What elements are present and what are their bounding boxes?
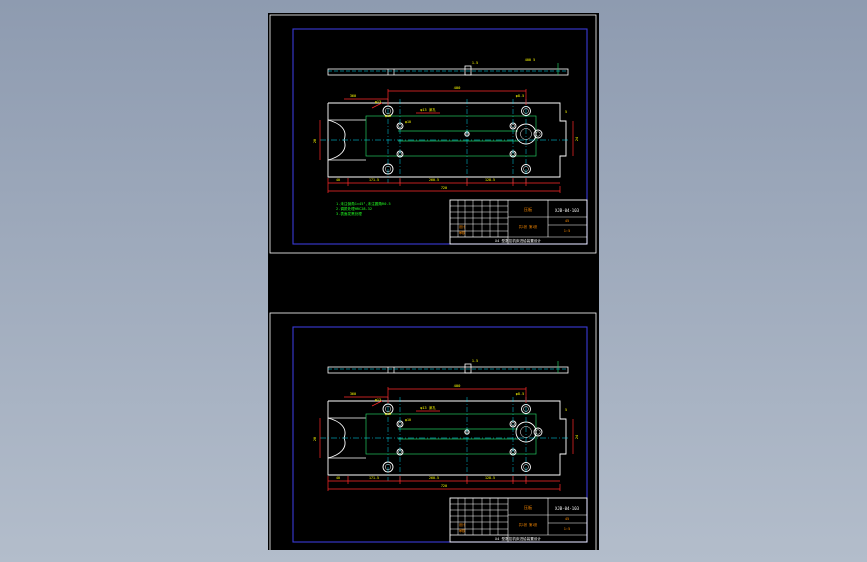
titleblock-checker: 审核 (459, 230, 466, 235)
note-line-2: 2.调质处理HRC28-32 (336, 206, 372, 211)
drawing-canvas[interactable]: 1.5 400 5 400 360 φ13 φ8.5 φ13 深孔 φ18 φ10 20 24 5 40… (268, 13, 599, 552)
inner-pocket (365, 413, 537, 455)
bore-side-inner (535, 429, 541, 435)
dim-hole-top: φ13 (375, 398, 381, 402)
note-line-1: 1.未注倒角1×45°,未注圆角R0.5 (336, 201, 391, 206)
dim-mid-hole: φ18 (385, 412, 391, 416)
dim-mid-small: φ10 (405, 120, 411, 124)
dim-bottom-c: 260.5 (429, 476, 439, 480)
title-block: XJB-04-103 压板 45 1:5 设计审核 共1张 第1张 X4 型数控机床进给装置… (449, 497, 588, 543)
titleblock-scale: 1:5 (564, 229, 571, 233)
cad-viewport[interactable]: 1.5 400 5 400 360 φ13 φ8.5 φ13 深孔 φ18 φ10 20 24 5 40… (0, 0, 867, 562)
bore-side (533, 427, 543, 437)
dim-top-right: φ8.5 (516, 94, 524, 98)
note-line-3: 3.表面发黑处理 (336, 211, 362, 216)
dim-bottom-d: 128.5 (485, 178, 495, 182)
dim-top-span: 400 (454, 383, 462, 388)
dim-bottom-total: 720 (441, 484, 447, 488)
top-view-outline (327, 68, 569, 76)
drawing-sheet-2: 1.5 400 360 φ13 φ8.5 φ13 深孔 φ18 φ10 20 24 5 40 171.5… (269, 312, 597, 552)
title-block: XJB-04-103 压板 45 1:5 设计审核 共1张 第1张 X4 型数控机床进给装置… (449, 199, 588, 245)
dim-bottom-a: 40 (336, 178, 340, 182)
titleblock-material: 45 (565, 219, 569, 223)
dim-bottom-c: 260.5 (429, 178, 439, 182)
bore-side-inner (535, 131, 541, 137)
titleblock-school: X4 型数控机床进给装置设计 (495, 238, 541, 243)
bore-side (533, 129, 543, 139)
titleblock-checker: 审核 (459, 528, 466, 533)
dim-bottom-total: 720 (441, 186, 447, 190)
titleblock-scale: 1:5 (564, 527, 571, 531)
titleblock-sheet-info: 共1张 第1张 (519, 224, 538, 229)
main-view (320, 99, 570, 183)
titleblock-drawing-no: XJB-04-103 (555, 208, 580, 213)
dim-left-top: 360 (350, 392, 356, 396)
top-view-outline (327, 366, 569, 374)
top-view: 1.5 (327, 359, 569, 374)
dim-left-top: 360 (350, 94, 356, 98)
cad-drawing: 1.5 400 5 400 360 φ13 φ8.5 φ13 深孔 φ18 φ10 20 24 5 40… (269, 14, 597, 552)
top-mark-label: 1.5 (472, 359, 478, 363)
dim-right-side: 5 (565, 408, 567, 412)
sheet-border (269, 312, 597, 552)
drawing-sheet-1: 1.5 400 5 400 360 φ13 φ8.5 φ13 深孔 φ18 φ10 20 24 5 40… (269, 14, 597, 254)
titleblock-designer: 设计 (459, 522, 466, 527)
dim-hole-top: φ13 (375, 100, 381, 104)
dim-callout: φ13 深孔 (420, 405, 436, 410)
dim-top-span: 400 (454, 85, 462, 90)
dim-bottom-d: 128.5 (485, 476, 495, 480)
titleblock-part-name: 压板 (524, 504, 533, 511)
dim-right-side: 5 (565, 110, 567, 114)
dim-mid-small: φ10 (405, 418, 411, 422)
top-view-boss (464, 363, 472, 374)
dim-callout: φ13 深孔 (420, 107, 436, 112)
main-view (320, 397, 570, 481)
titleblock-drawing-no: XJB-04-103 (555, 506, 580, 511)
top-view-dim-label: 400 5 (525, 58, 536, 62)
drawing-frame (292, 326, 588, 543)
titleblock-school: X4 型数控机床进给装置设计 (495, 536, 541, 541)
titleblock-designer: 设计 (459, 224, 466, 229)
inner-pocket (365, 115, 537, 157)
top-view: 1.5 400 5 (327, 58, 569, 76)
titleblock-sheet-info: 共1张 第1张 (519, 522, 538, 527)
technical-notes: 1.未注倒角1×45°,未注圆角R0.52.调质处理HRC28-323.表面发黑… (336, 201, 391, 216)
titleblock-part-name: 压板 (524, 206, 533, 213)
dim-bottom-b: 171.5 (369, 178, 379, 182)
dim-left-height: 20 (313, 139, 317, 143)
top-mark-label: 1.5 (472, 61, 478, 65)
dim-right-height: 24 (575, 435, 579, 439)
dim-mid-hole: φ18 (385, 114, 391, 118)
dim-right-height: 24 (575, 137, 579, 141)
dim-bottom-a: 40 (336, 476, 340, 480)
dim-top-right: φ8.5 (516, 392, 524, 396)
top-view-boss (464, 65, 472, 76)
titleblock-material: 45 (565, 517, 569, 521)
dim-bottom-b: 171.5 (369, 476, 379, 480)
dim-left-height: 20 (313, 437, 317, 441)
